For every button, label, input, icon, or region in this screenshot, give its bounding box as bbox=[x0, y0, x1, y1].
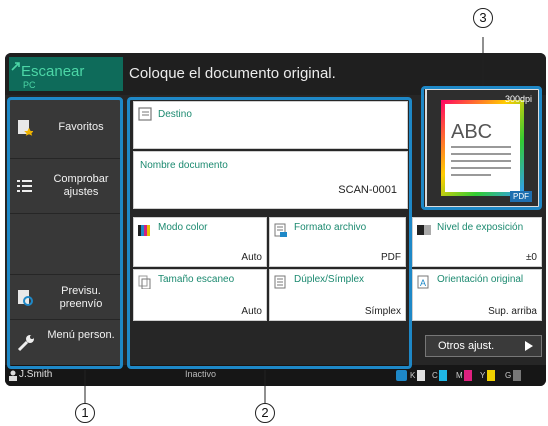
user-icon bbox=[9, 370, 17, 381]
header-message: Coloque el documento original. bbox=[129, 65, 336, 82]
ink-c-label: C bbox=[432, 371, 438, 380]
exposure-icon bbox=[417, 225, 431, 235]
callout-1: 1 bbox=[75, 403, 95, 423]
orientation-icon: A bbox=[417, 275, 429, 289]
svg-text:A: A bbox=[420, 278, 426, 288]
callout-region-2 bbox=[127, 97, 412, 369]
exposure-value: ±0 bbox=[525, 252, 537, 263]
callout-3: 3 bbox=[473, 8, 493, 28]
ink-k-label: K bbox=[410, 371, 416, 380]
exposure-label: Nivel de exposición bbox=[437, 222, 524, 233]
exposure-level-button[interactable]: Nivel de exposición ±0 bbox=[412, 217, 542, 267]
machine-status: Inactivo bbox=[185, 369, 217, 379]
app-subtitle: PC bbox=[23, 80, 36, 90]
ink-m-label: M bbox=[456, 371, 463, 380]
ink-c-level bbox=[439, 370, 447, 381]
other-settings-button[interactable]: Otros ajust. bbox=[425, 335, 542, 357]
callout-region-1 bbox=[7, 97, 123, 369]
scan-mode-logo: Escanear PC bbox=[9, 57, 123, 91]
orientation-label: Orientación original bbox=[437, 274, 524, 285]
ink-y-label: Y bbox=[480, 371, 486, 380]
arrow-right-icon bbox=[525, 341, 533, 351]
other-settings-label: Otros ajust. bbox=[438, 340, 495, 352]
ink-status-icon bbox=[396, 370, 407, 381]
ink-y-level bbox=[487, 370, 495, 381]
app-title: Escanear bbox=[21, 63, 85, 80]
orientation-button[interactable]: A Orientación original Sup. arriba bbox=[412, 269, 542, 321]
ink-m-level bbox=[464, 370, 472, 381]
ink-k-level bbox=[417, 370, 425, 381]
callout-region-3 bbox=[421, 86, 542, 210]
ink-g-level bbox=[513, 370, 521, 381]
ink-g-label: G bbox=[505, 371, 512, 380]
orientation-value: Sup. arriba bbox=[488, 306, 537, 317]
user-name: J.Smith bbox=[19, 369, 53, 380]
scan-arrow-icon bbox=[11, 62, 20, 71]
callout-2: 2 bbox=[255, 403, 275, 423]
